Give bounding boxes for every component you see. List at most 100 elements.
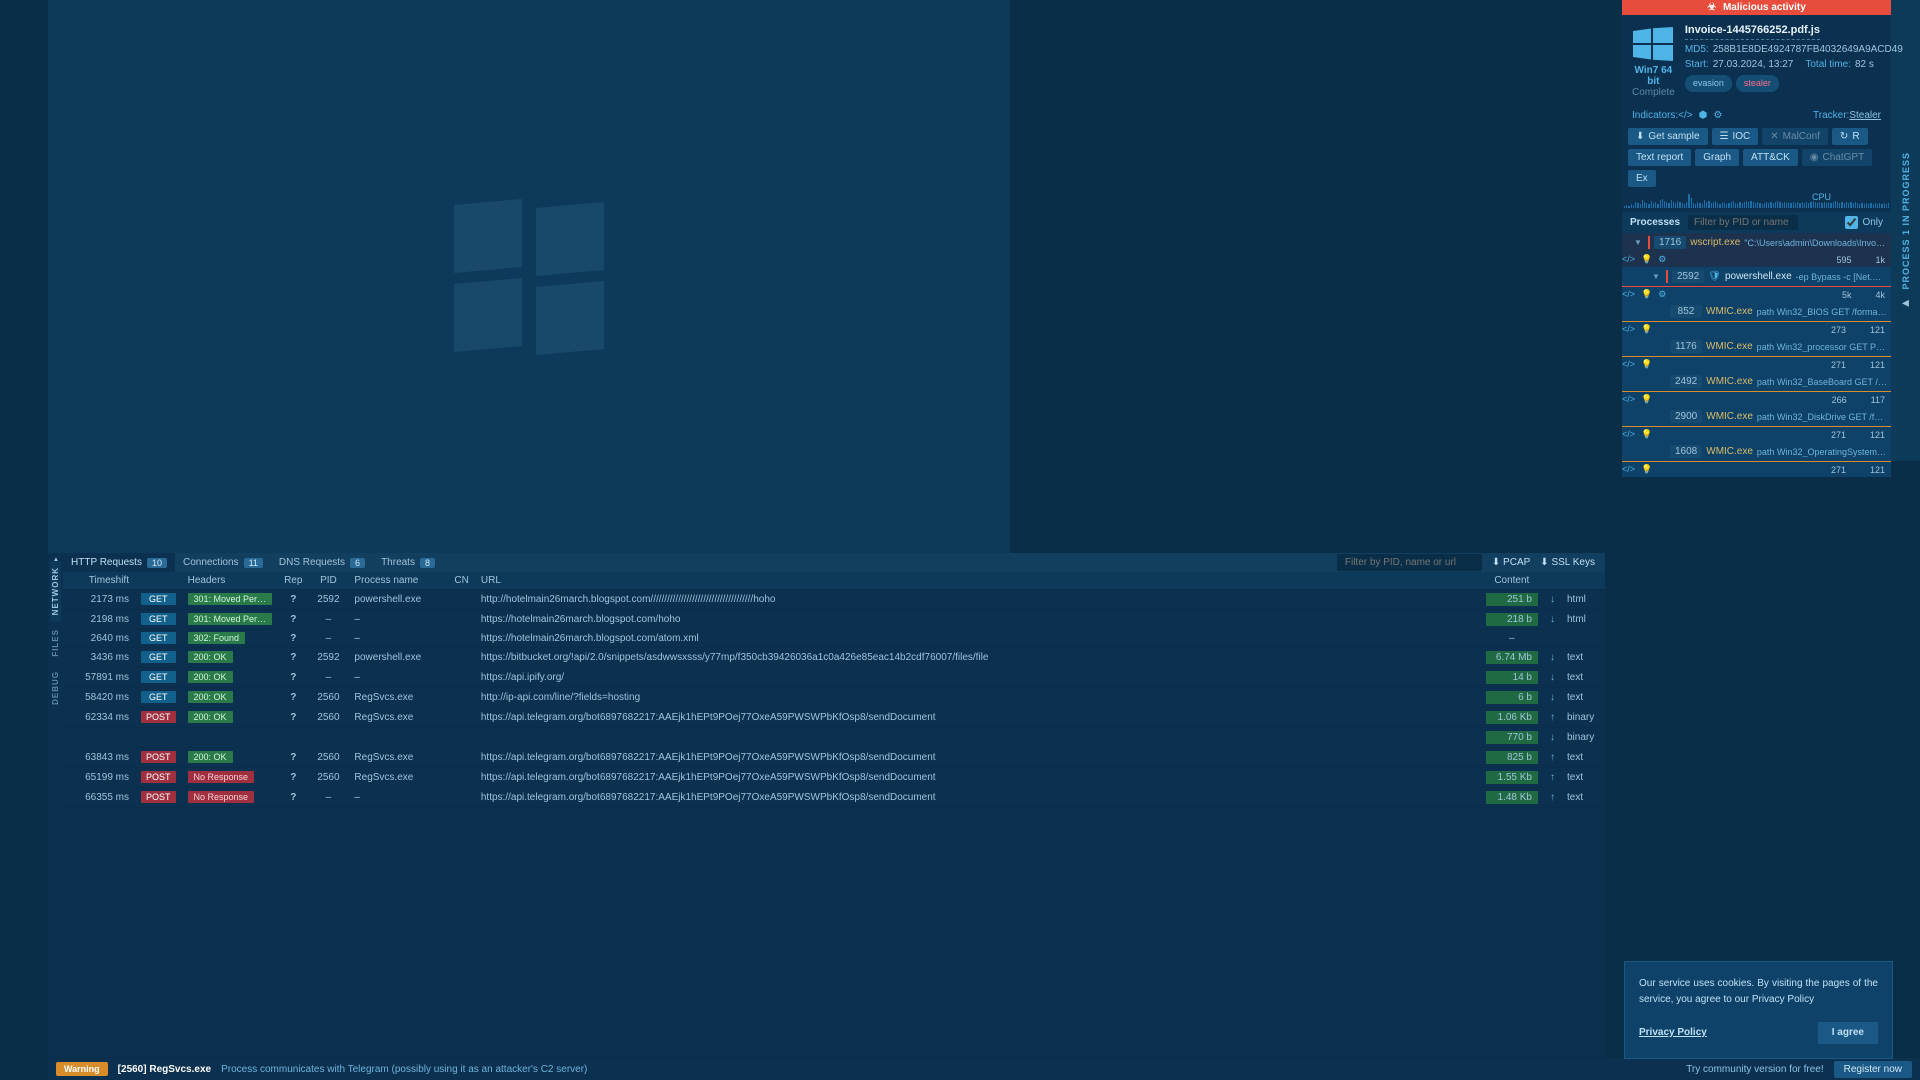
biohazard-icon: ☣ [1707, 2, 1716, 13]
process-args: path Win32_DiskDrive GET /format:list [1757, 412, 1887, 422]
process-row[interactable]: ▼1716wscript.exe"C:\Users\admin\Download… [1622, 233, 1891, 252]
warning-badge: Warning [56, 1062, 108, 1076]
gear-icon[interactable]: ⚙ [1713, 110, 1722, 121]
malconf-button[interactable]: ✕MalConf [1762, 128, 1828, 145]
process-row[interactable]: 1176WMIC.exepath Win32_processor GET Pro… [1622, 337, 1891, 356]
table-row[interactable]: 62334 msPOST200: OK?2560RegSvcs.exehttps… [63, 708, 1605, 728]
tag-stealer[interactable]: stealer [1736, 75, 1779, 92]
code-icon[interactable]: </> [1622, 464, 1635, 475]
table-row[interactable]: 58420 msGET200: OK?2560RegSvcs.exehttp:/… [63, 688, 1605, 708]
status-bar: Warning [2560] RegSvcs.exe Process commu… [48, 1058, 1920, 1080]
pid-badge: 2592 [1672, 270, 1704, 283]
ssl-keys-download[interactable]: ⬇ SSL Keys [1540, 557, 1595, 568]
agree-button[interactable]: I agree [1818, 1022, 1878, 1044]
start-label: Start: [1685, 57, 1709, 72]
bulb-icon[interactable]: 💡 [1641, 254, 1652, 265]
http-requests-table: Timeshift Headers Rep PID Process name C… [63, 572, 1605, 808]
expand-arrow-icon: ▶ [1902, 298, 1909, 309]
graph-button[interactable]: Graph [1695, 149, 1739, 166]
only-checkbox[interactable]: Only [1845, 216, 1883, 229]
network-side-tab[interactable]: NETWORK [50, 561, 61, 621]
total-label: Total time: [1805, 57, 1851, 72]
pid-badge: 1176 [1670, 340, 1702, 353]
col-headers: Headers [135, 572, 278, 590]
ex-button[interactable]: Ex [1628, 170, 1656, 187]
privacy-policy-link[interactable]: Privacy Policy [1639, 1025, 1707, 1041]
text-report-button[interactable]: Text report [1628, 149, 1691, 166]
code-icon[interactable]: </> [1622, 254, 1635, 265]
os-status: Complete [1632, 87, 1675, 98]
process-exe: WMIC.exe [1706, 306, 1753, 317]
process-args: path Win32_OperatingSystem GET /fo [1757, 447, 1887, 457]
table-row[interactable]: 770 b↓binary [63, 728, 1605, 748]
bulb-icon[interactable]: 💡 [1641, 464, 1652, 475]
tracker-link[interactable]: Stealer [1849, 110, 1881, 121]
table-row[interactable]: 63843 msPOST200: OK?2560RegSvcs.exehttps… [63, 748, 1605, 768]
stat-1: 595 [1836, 255, 1851, 265]
code-icon[interactable]: </> [1622, 324, 1635, 335]
re-button[interactable]: ↻R [1832, 128, 1868, 145]
debug-side-tab[interactable]: DEBUG [50, 665, 61, 711]
threats-tab[interactable]: Threats 8 [373, 553, 443, 572]
process-exe: WMIC.exe [1706, 446, 1753, 457]
cube-icon[interactable]: ⬢ [1699, 110, 1708, 121]
gear-icon[interactable]: ⚙ [1658, 254, 1666, 265]
network-filter-input[interactable] [1337, 554, 1482, 571]
refresh-icon: ↻ [1840, 131, 1848, 142]
code-icon[interactable]: </> [1622, 429, 1635, 440]
bulb-icon[interactable]: 💡 [1641, 324, 1652, 335]
bulb-icon[interactable]: 💡 [1641, 289, 1652, 300]
threats-count-badge: 8 [420, 558, 435, 568]
process-filter-input[interactable] [1688, 215, 1798, 230]
bulb-icon[interactable]: 💡 [1641, 359, 1652, 370]
stat-1: 273 [1831, 325, 1846, 335]
gear-icon[interactable]: ⚙ [1658, 289, 1666, 300]
table-row[interactable]: 57891 msGET200: OK?––https://api.ipify.o… [63, 668, 1605, 688]
process-row[interactable]: ▼2592🛡powershell.exe-ep Bypass -c [Net.S… [1622, 267, 1891, 286]
stat-2: 121 [1870, 360, 1885, 370]
register-button[interactable]: Register now [1834, 1061, 1912, 1078]
process-row[interactable]: 852WMIC.exepath Win32_BIOS GET /format:l… [1622, 302, 1891, 321]
table-row[interactable]: 66355 msPOSTNo Response?––https://api.te… [63, 788, 1605, 808]
chatgpt-button[interactable]: ◉ChatGPT [1802, 149, 1872, 166]
files-side-tab[interactable]: FILES [50, 623, 61, 663]
sample-filename[interactable]: Invoice-1445766252.pdf.js [1685, 23, 1820, 40]
process-row[interactable]: 1608WMIC.exepath Win32_OperatingSystem G… [1622, 442, 1891, 461]
md5-value[interactable]: 258B1E8DE4924787FB4032649A9ACD49 [1713, 42, 1903, 57]
pcap-download[interactable]: ⬇ PCAP [1492, 557, 1530, 568]
table-row[interactable]: 2173 msGET301: Moved Per…?2592powershell… [63, 590, 1605, 610]
code-icon[interactable]: </> [1622, 359, 1635, 370]
pid-badge: 2492 [1670, 375, 1702, 388]
attck-button[interactable]: ATT&CK [1743, 149, 1798, 166]
code-icon[interactable]: </> [1678, 110, 1692, 121]
md5-label: MD5: [1685, 42, 1709, 57]
bulb-icon[interactable]: 💡 [1641, 394, 1652, 405]
code-icon[interactable]: </> [1622, 394, 1635, 405]
table-row[interactable]: 2640 msGET302: Found?––https://hotelmain… [63, 630, 1605, 648]
tree-toggle-icon[interactable]: ▼ [1634, 238, 1644, 247]
only-checkbox-input[interactable] [1845, 216, 1858, 229]
col-rep: Rep [278, 572, 308, 590]
ioc-button[interactable]: ☰IOC [1712, 128, 1759, 145]
connections-tab[interactable]: Connections 11 [175, 553, 271, 572]
tag-evasion[interactable]: evasion [1685, 75, 1732, 92]
code-icon[interactable]: </> [1622, 289, 1635, 300]
process-stats: </>💡271121 [1622, 356, 1891, 372]
bulb-icon[interactable]: 💡 [1641, 429, 1652, 440]
get-sample-button[interactable]: ⬇Get sample [1628, 128, 1708, 145]
table-row[interactable]: 65199 msPOSTNo Response?2560RegSvcs.exeh… [63, 768, 1605, 788]
analysis-panel: ☣ Malicious activity Win7 64 bit Complet… [1622, 0, 1891, 461]
indicators-label: Indicators: [1632, 110, 1678, 121]
tracker-label: Tracker: [1813, 110, 1849, 121]
process-row[interactable]: 2900WMIC.exepath Win32_DiskDrive GET /fo… [1622, 407, 1891, 426]
tree-toggle-icon[interactable]: ▼ [1652, 272, 1662, 281]
dns-requests-tab[interactable]: DNS Requests 6 [271, 553, 373, 572]
http-requests-tab[interactable]: HTTP Requests 10 [63, 553, 175, 572]
list-icon: ☰ [1720, 131, 1729, 142]
os-name: Win7 64 bit [1632, 65, 1675, 87]
conn-count-badge: 11 [244, 558, 263, 568]
table-row[interactable]: 3436 msGET200: OK?2592powershell.exehttp… [63, 648, 1605, 668]
process-row[interactable]: 2492WMIC.exepath Win32_BaseBoard GET /fo… [1622, 372, 1891, 391]
pid-badge: 852 [1670, 305, 1702, 318]
table-row[interactable]: 2198 msGET301: Moved Per…?––https://hote… [63, 610, 1605, 630]
